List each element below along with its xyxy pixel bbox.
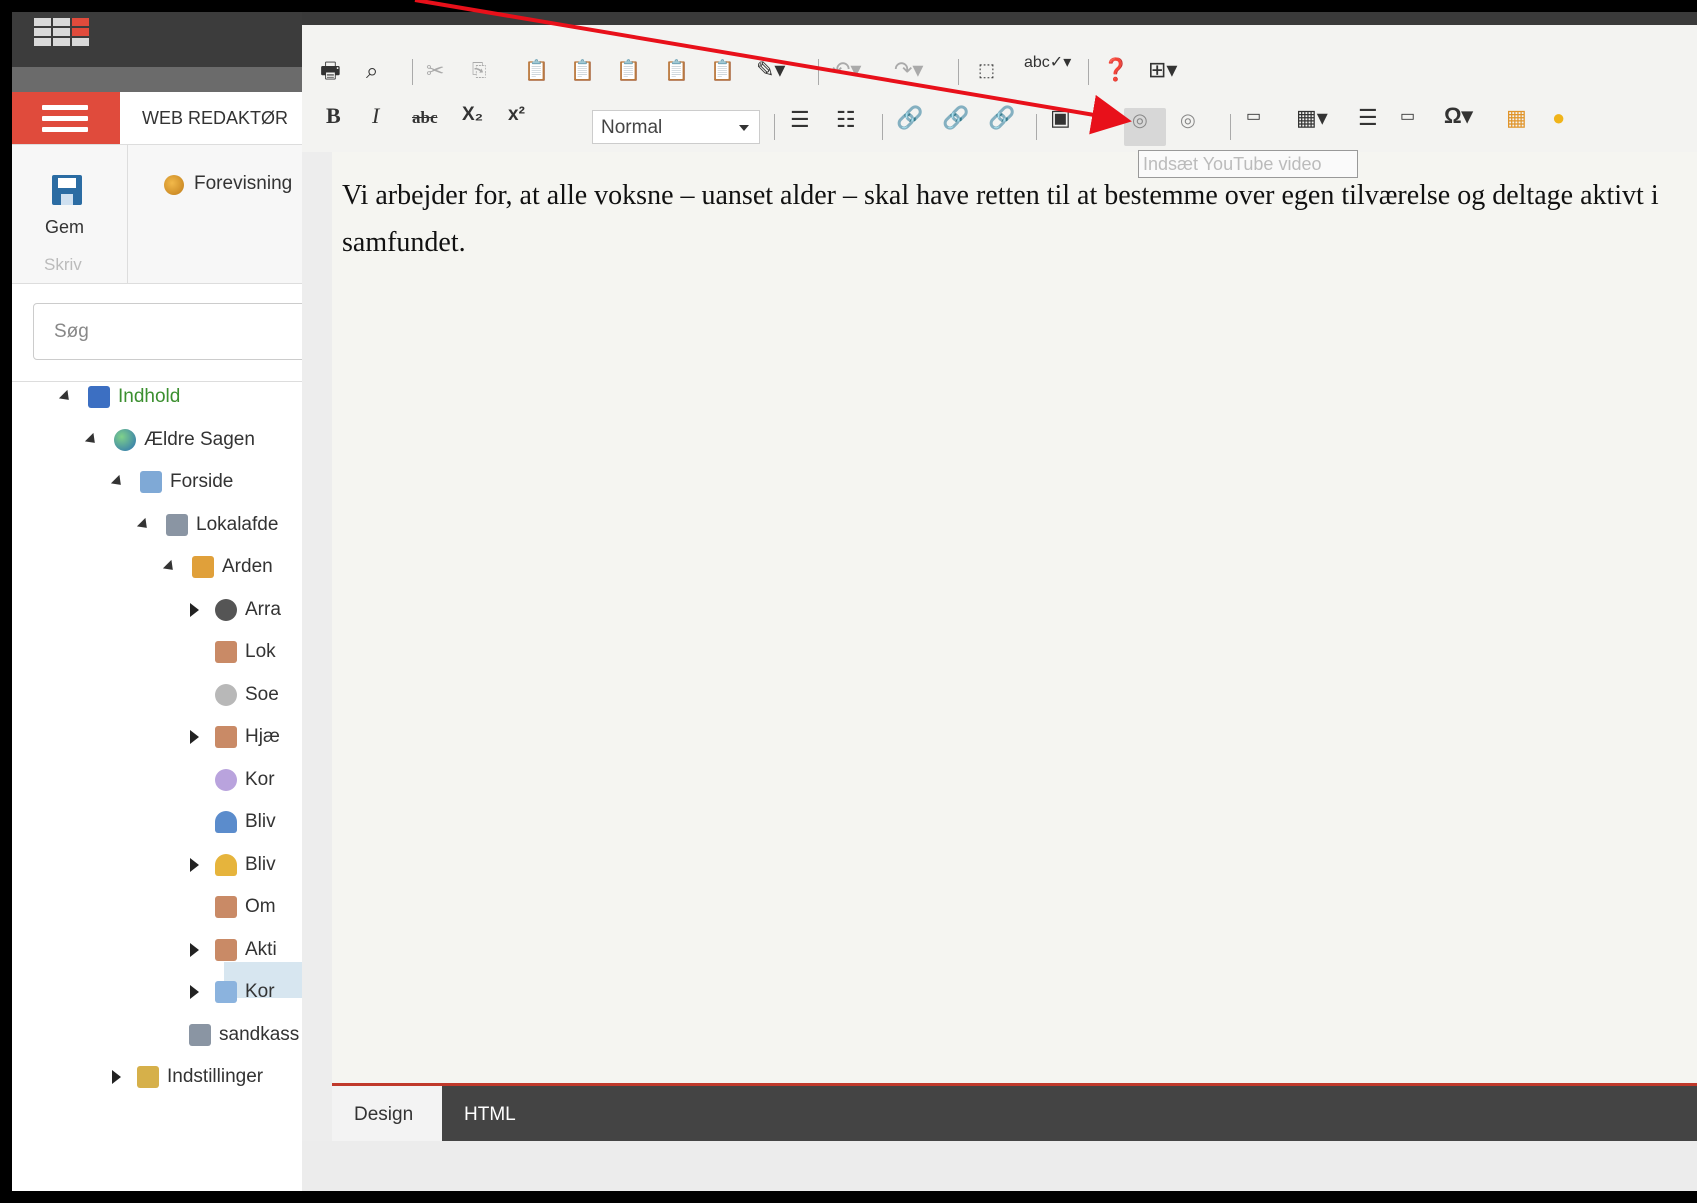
screenshot-frame [0, 0, 1697, 1203]
